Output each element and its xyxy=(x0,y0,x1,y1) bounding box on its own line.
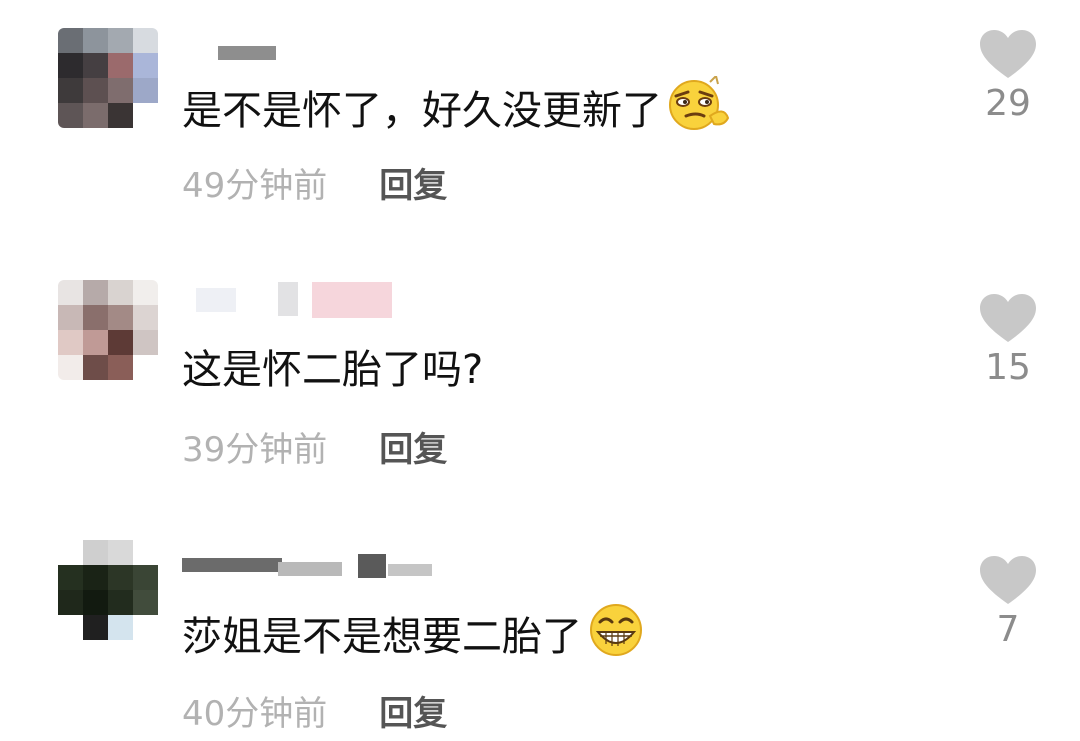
heart-icon xyxy=(980,556,1036,604)
username-blurred[interactable] xyxy=(182,280,412,318)
avatar[interactable] xyxy=(58,28,158,128)
comment-time: 40分钟前 xyxy=(182,694,328,734)
comment-meta: 40分钟前 回复 xyxy=(182,692,447,736)
heart-icon xyxy=(980,30,1036,78)
avatar[interactable] xyxy=(58,280,158,380)
comment-meta: 39分钟前 回复 xyxy=(182,428,447,472)
comment-item: 莎姐是不是想要二胎了 40分钟前 回复 7 xyxy=(0,510,1080,741)
like-count: 29 xyxy=(985,83,1031,124)
reply-button[interactable]: 回复 xyxy=(379,430,447,470)
comment-meta: 49分钟前 回复 xyxy=(182,164,447,208)
grin-emoji-icon xyxy=(586,602,646,671)
like-button[interactable]: 15 xyxy=(975,294,1041,390)
like-button[interactable]: 29 xyxy=(975,30,1041,126)
reply-button[interactable]: 回复 xyxy=(379,166,447,206)
comment-text-content: 这是怀二胎了吗? xyxy=(182,347,484,393)
like-button[interactable]: 7 xyxy=(975,556,1041,652)
comment-time: 49分钟前 xyxy=(182,166,328,206)
avatar[interactable] xyxy=(58,540,158,640)
username-blurred[interactable] xyxy=(182,544,442,578)
comment-text: 这是怀二胎了吗? xyxy=(182,344,483,396)
smirk-emoji-icon xyxy=(666,74,732,145)
comment-time: 39分钟前 xyxy=(182,430,328,470)
like-count: 15 xyxy=(985,347,1031,388)
comment-text: 是不是怀了，好久没更新了 xyxy=(182,74,732,145)
reply-button[interactable]: 回复 xyxy=(379,694,447,734)
comment-item: 是不是怀了，好久没更新了 49分钟前 回复 29 xyxy=(0,0,1080,240)
comment-item: 这是怀二胎了吗? 39分钟前 回复 15 xyxy=(0,250,1080,490)
like-count: 7 xyxy=(996,609,1020,650)
comment-text-content: 是不是怀了，好久没更新了 xyxy=(182,87,662,134)
comment-text: 莎姐是不是想要二胎了 xyxy=(182,602,646,671)
comment-text-content: 莎姐是不是想要二胎了 xyxy=(182,613,582,660)
username-blurred[interactable] xyxy=(182,38,302,72)
heart-icon xyxy=(980,294,1036,342)
